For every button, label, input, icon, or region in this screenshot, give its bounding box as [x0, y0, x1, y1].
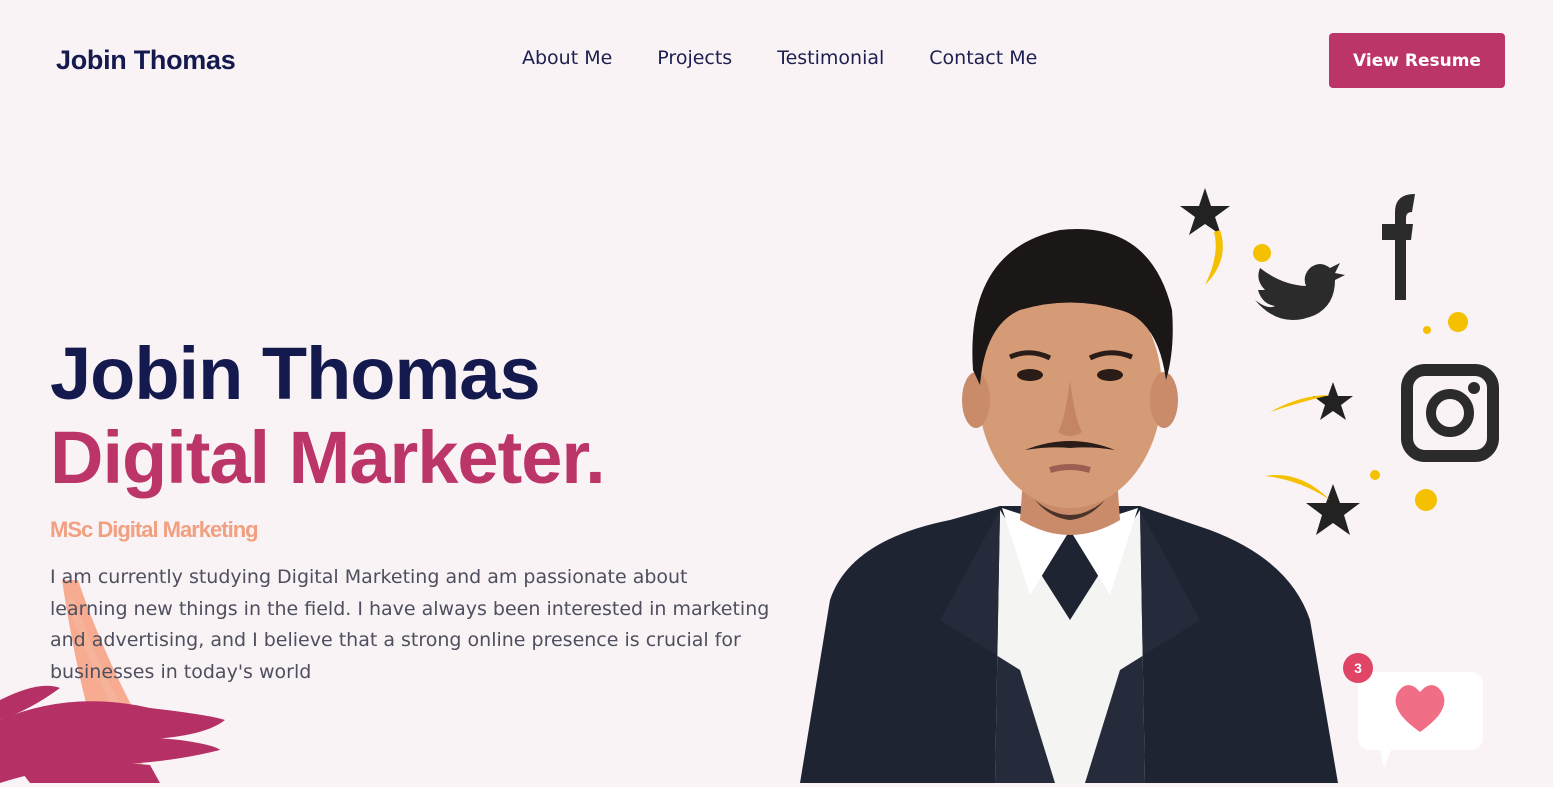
nav-link-testimonial[interactable]: Testimonial	[777, 47, 884, 69]
hero-role: Digital Marketer.	[50, 416, 606, 499]
star-icon	[1180, 188, 1230, 235]
facebook-icon	[1382, 194, 1415, 300]
nav-link-contact-me[interactable]: Contact Me	[929, 47, 1037, 69]
heart-icon: 3	[1343, 653, 1483, 768]
star-icon	[1306, 484, 1360, 535]
hero-degree: MSc Digital Marketing	[50, 517, 259, 542]
hero-bio: I am currently studying Digital Marketin…	[50, 566, 770, 683]
twitter-icon	[1255, 263, 1345, 320]
notification-heart-card: 3	[1340, 650, 1490, 783]
instagram-icon	[1401, 364, 1499, 462]
nav-link-about-me[interactable]: About Me	[522, 47, 612, 69]
main-nav: About Me Projects Testimonial Contact Me	[522, 47, 1037, 69]
hero-name: Jobin Thomas	[50, 332, 541, 415]
nav-link-projects[interactable]: Projects	[657, 47, 732, 69]
notification-count: 3	[1354, 660, 1362, 676]
social-icons-cluster	[1180, 188, 1499, 535]
star-icon	[1313, 382, 1353, 420]
nav-logo[interactable]: Jobin Thomas	[56, 45, 236, 76]
view-resume-button[interactable]: View Resume	[1329, 33, 1505, 88]
